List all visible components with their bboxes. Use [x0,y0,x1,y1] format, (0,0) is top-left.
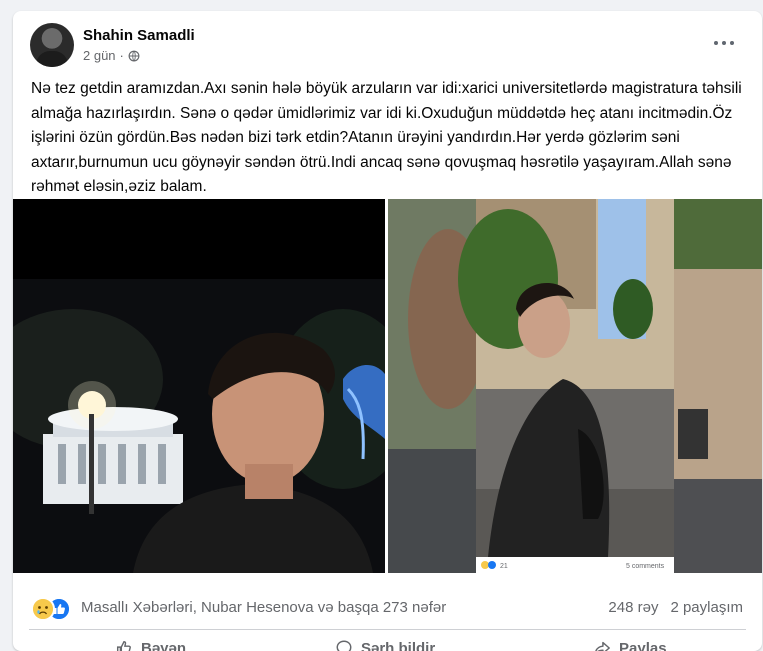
post-text: Nə tez getdin aramızdan.Axı sənin hələ b… [31,77,743,200]
post-card: Shahin Samadli 2 gün · Nə tez getdin ara… [13,11,762,651]
photo-night-portrait[interactable] [13,199,385,573]
action-bar: Bəyən Şərh bildir Paylaş [13,633,762,651]
globe-icon [128,50,140,62]
comment-button[interactable]: Şərh bildir [335,639,435,651]
comment-icon [335,639,353,651]
author-name[interactable]: Shahin Samadli [83,27,195,44]
sad-reaction-icon [31,597,55,621]
author-avatar[interactable] [30,23,74,67]
like-label: Bəyən [141,640,186,651]
post-meta: 2 gün · [83,48,140,63]
post-stats: 248 rəy 2 paylaşım [608,599,743,616]
like-button[interactable]: Bəyən [115,639,186,651]
post-header: Shahin Samadli 2 gün · [13,11,762,71]
reaction-icons[interactable] [31,597,75,619]
photo-embedded-screenshot-image: 21 5 comments [388,199,762,573]
share-button[interactable]: Paylaş [593,639,667,651]
embedded-reaction-count: 21 [500,563,508,570]
reaction-names[interactable]: Masallı Xəbərləri, Nubar Hesenova və baş… [81,599,446,616]
comment-label: Şərh bildir [361,640,435,651]
more-options-button[interactable] [706,31,742,55]
reactions-bar: Masallı Xəbərləri, Nubar Hesenova və baş… [13,594,762,624]
comment-count[interactable]: 248 rəy [608,599,658,616]
divider [29,629,746,630]
photo-night-portrait-image [13,199,385,573]
post-time[interactable]: 2 gün [83,48,116,63]
meta-separator: · [120,48,124,63]
share-icon [593,639,611,651]
share-label: Paylaş [619,640,667,651]
share-count[interactable]: 2 paylaşım [670,599,743,616]
post-photos: 21 5 comments [13,199,762,583]
embedded-comments: 5 comments [626,563,665,570]
photo-embedded-screenshot[interactable]: 21 5 comments [388,199,762,573]
like-icon [115,639,133,651]
more-icon [714,41,718,45]
